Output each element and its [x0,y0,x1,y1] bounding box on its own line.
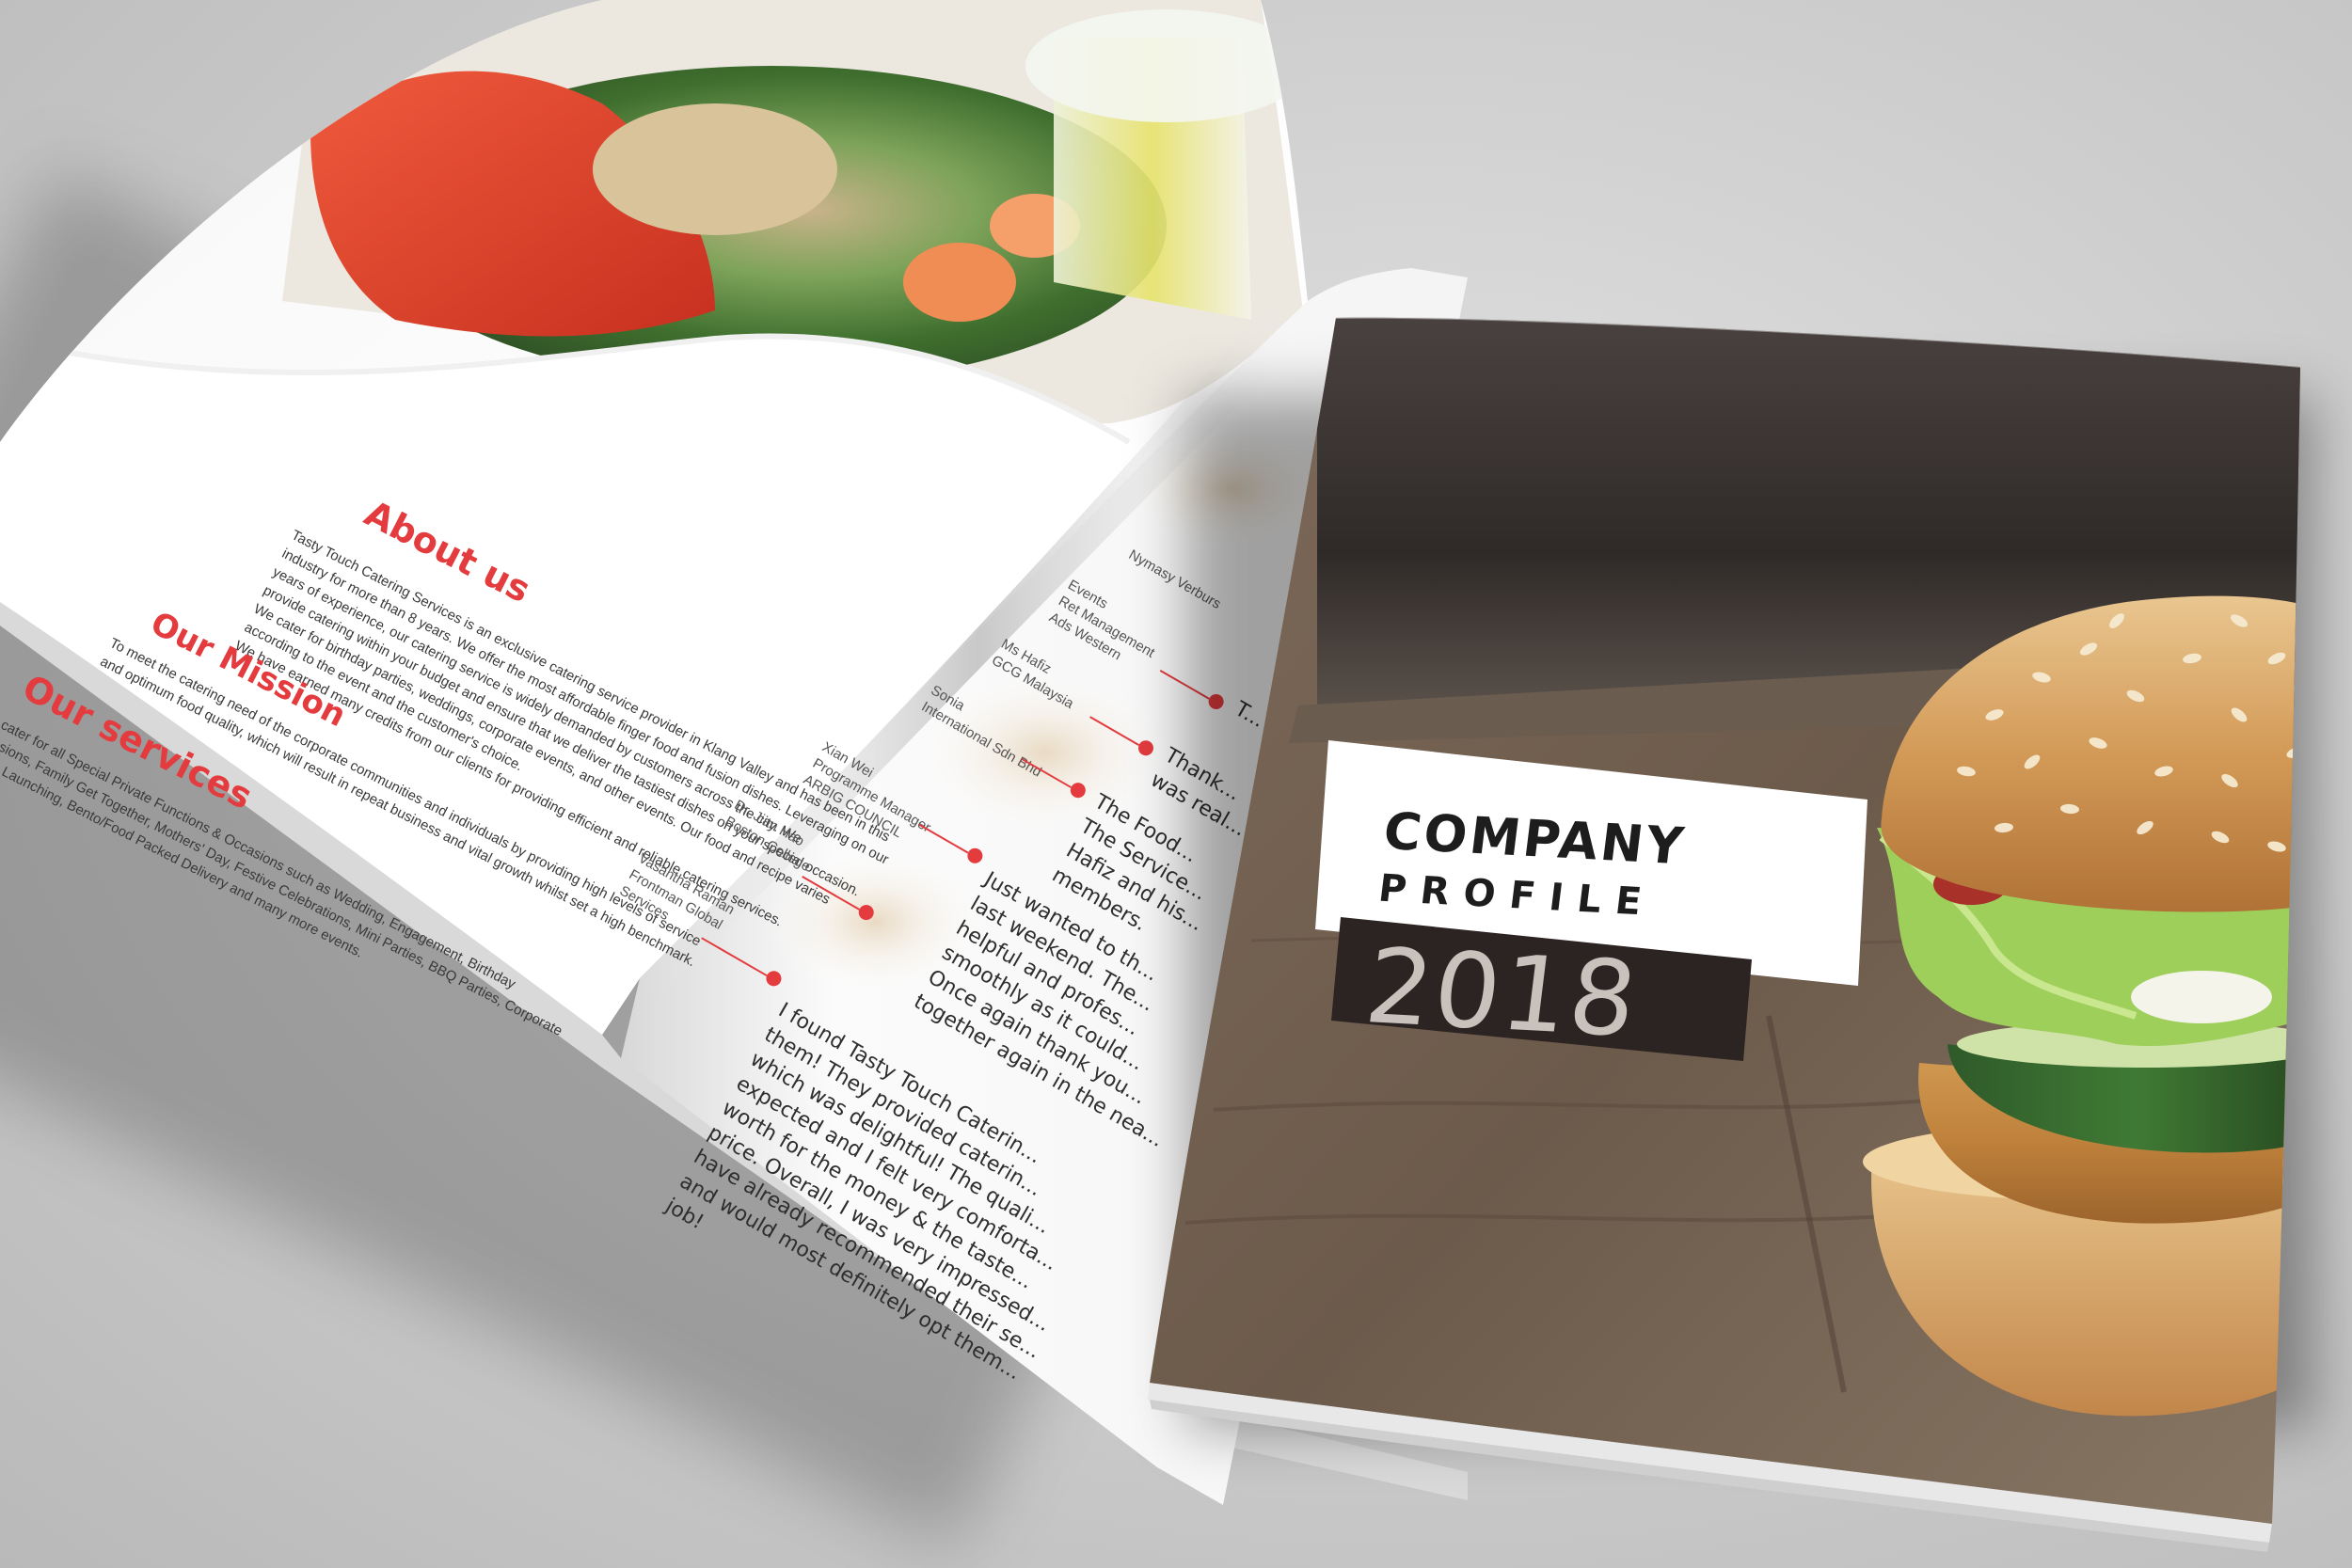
cover-title-line1: COMPANY [1380,800,1690,877]
cover-year: 2018 [1359,926,1645,1060]
mockup-scene: About us Tasty Touch Catering Services i… [0,0,2352,1568]
brochure-cover [1148,316,2301,1552]
cover-title-block: COMPANY PROFILE 2018 [1323,792,1879,1063]
cover-title-line2: PROFILE [1375,866,1659,925]
